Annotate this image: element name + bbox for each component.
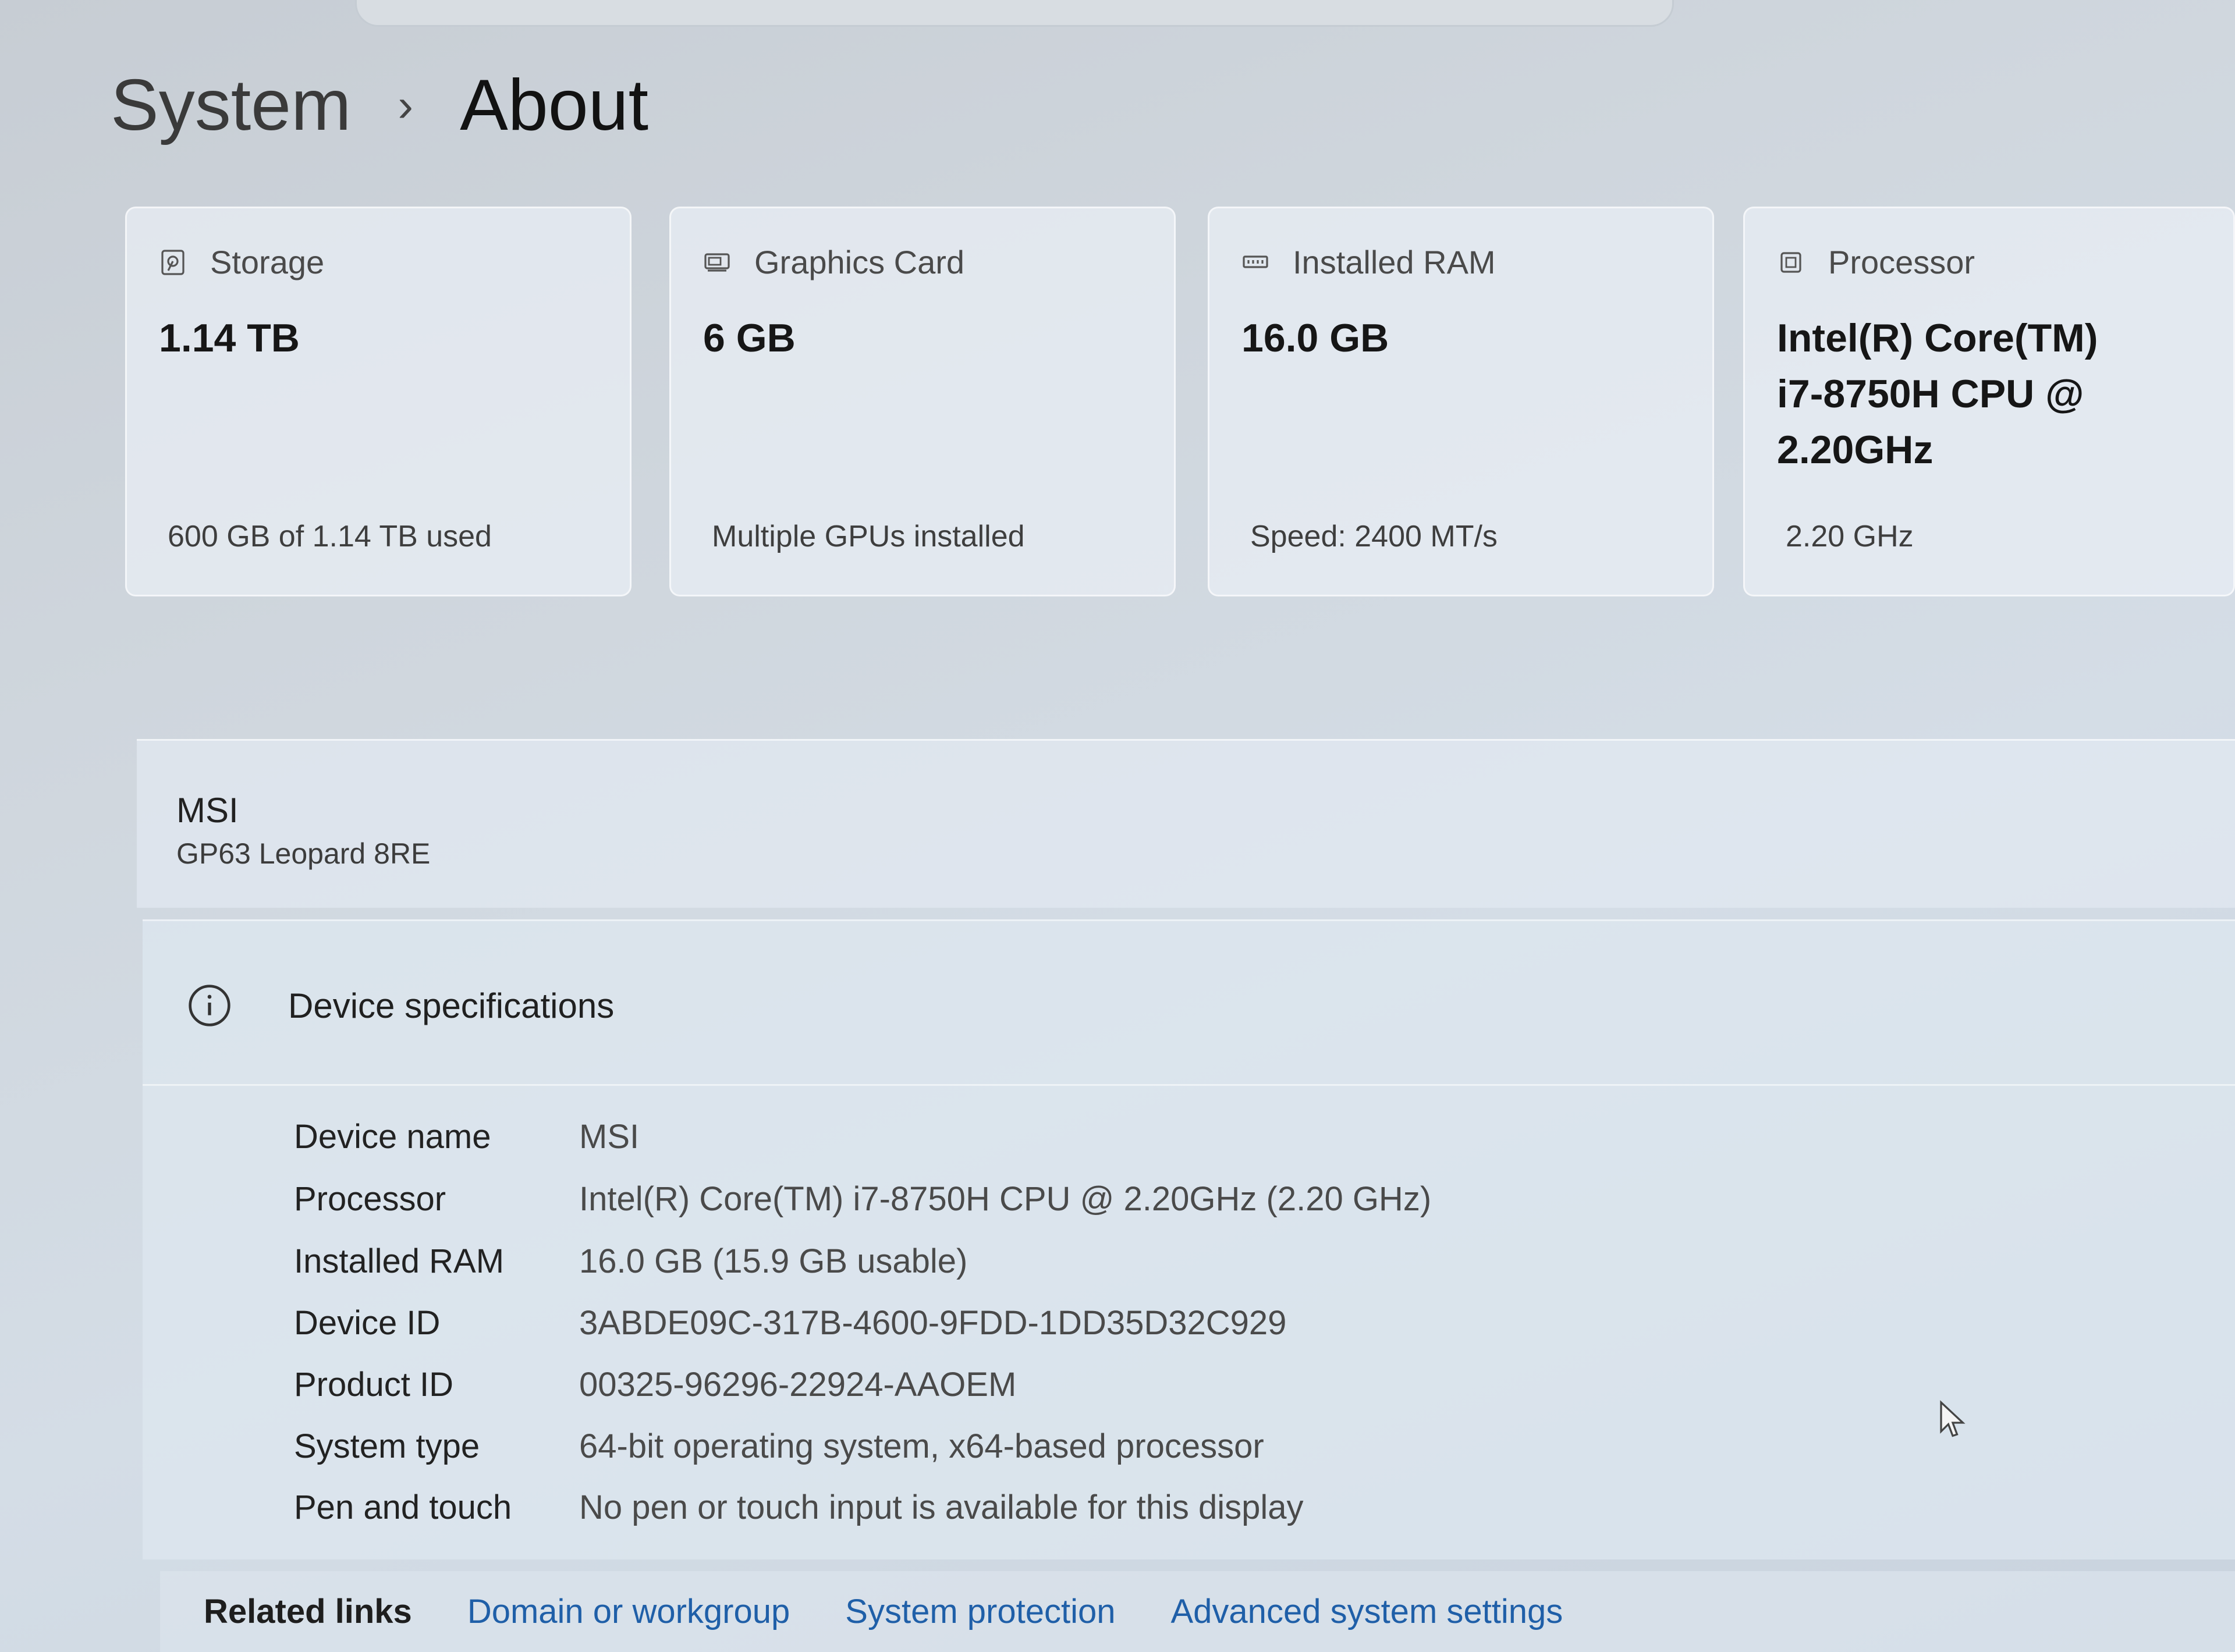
card-value: 1.14 TB [159,316,300,360]
processor-icon [1780,251,1801,273]
spec-row: System type 64-bit operating system, x64… [294,1420,1264,1472]
card-subtext: 2.20 GHz [1786,520,1914,553]
page-title: About [460,65,649,145]
mouse-cursor-icon [1940,1400,1966,1437]
card-value: Intel(R) Core(TM) i7-8750H CPU @ 2.20GHz [1777,316,2098,472]
specs-title: Device specifications [288,986,615,1025]
breadcrumb: System › About [111,64,648,147]
related-links-label: Related links [204,1593,412,1630]
storage-icon [161,249,185,275]
card-processor[interactable]: Processor Intel(R) Core(TM) i7-8750H CPU… [1743,207,2235,596]
link-advanced-system-settings[interactable]: Advanced system settings [1170,1592,1563,1631]
card-label: Installed RAM [1293,244,1496,280]
spec-label: Device ID [294,1303,441,1342]
device-specifications-header[interactable]: Device specifications [186,982,614,1029]
spec-label: Pen and touch [294,1488,512,1526]
ram-icon [1243,255,1268,268]
device-specifications-panel: Device specifications Device name MSI Pr… [143,919,2235,1559]
related-links: Related links Domain or workgroup System… [160,1571,2235,1652]
chevron-right-icon: › [398,79,414,131]
spec-value: 16.0 GB (15.9 GB usable) [579,1242,968,1280]
link-domain-or-workgroup[interactable]: Domain or workgroup [467,1592,790,1631]
spec-value: MSI [579,1117,640,1156]
divider [143,1084,2235,1086]
spec-value: Intel(R) Core(TM) i7-8750H CPU @ 2.20GHz… [579,1180,1432,1218]
spec-label: Device name [294,1117,491,1156]
card-value: 16.0 GB [1241,316,1389,360]
card-value: 6 GB [703,316,796,360]
spec-label: System type [294,1427,480,1465]
spec-value: 3ABDE09C-317B-4600-9FDD-1DD35D32C929 [579,1303,1287,1342]
spec-label: Product ID [294,1365,453,1404]
spec-row: Pen and touch No pen or touch input is a… [294,1481,1303,1533]
graphics-card-icon [704,253,730,272]
spec-row: Device name MSI [294,1110,639,1163]
info-icon [189,985,230,1026]
spec-row: Device ID 3ABDE09C-317B-4600-9FDD-1DD35D… [294,1296,1286,1349]
breadcrumb-system[interactable]: System [111,64,351,147]
card-label: Processor [1828,244,1975,280]
device-brand: MSI [176,791,239,830]
spec-row: Installed RAM 16.0 GB (15.9 GB usable) [294,1235,967,1287]
spec-value: No pen or touch input is available for t… [579,1488,1304,1526]
card-subtext: 600 GB of 1.14 TB used [168,520,492,553]
spec-row: Processor Intel(R) Core(TM) i7-8750H CPU… [294,1173,1431,1225]
card-subtext: Multiple GPUs installed [712,520,1025,553]
card-graphics[interactable]: Graphics Card 6 GB Multiple GPUs install… [669,207,1176,596]
card-label: Storage [210,244,325,280]
search-bar[interactable] [355,0,1674,27]
link-system-protection[interactable]: System protection [845,1592,1115,1631]
card-storage[interactable]: Storage 1.14 TB 600 GB of 1.14 TB used [125,207,632,596]
spec-cards: Storage 1.14 TB 600 GB of 1.14 TB used G… [125,207,2235,596]
spec-value: 00325-96296-22924-AAOEM [579,1365,1017,1404]
spec-value: 64-bit operating system, x64-based proce… [579,1427,1264,1465]
device-banner[interactable]: MSI GP63 Leopard 8RE [137,739,2235,908]
card-label: Graphics Card [754,244,965,280]
device-model: GP63 Leopard 8RE [176,837,431,870]
spec-label: Installed RAM [294,1242,505,1280]
spec-label: Processor [294,1180,446,1218]
spec-row: Product ID 00325-96296-22924-AAOEM [294,1358,1016,1411]
card-ram[interactable]: Installed RAM 16.0 GB Speed: 2400 MT/s [1208,207,1714,596]
card-subtext: Speed: 2400 MT/s [1250,520,1498,553]
